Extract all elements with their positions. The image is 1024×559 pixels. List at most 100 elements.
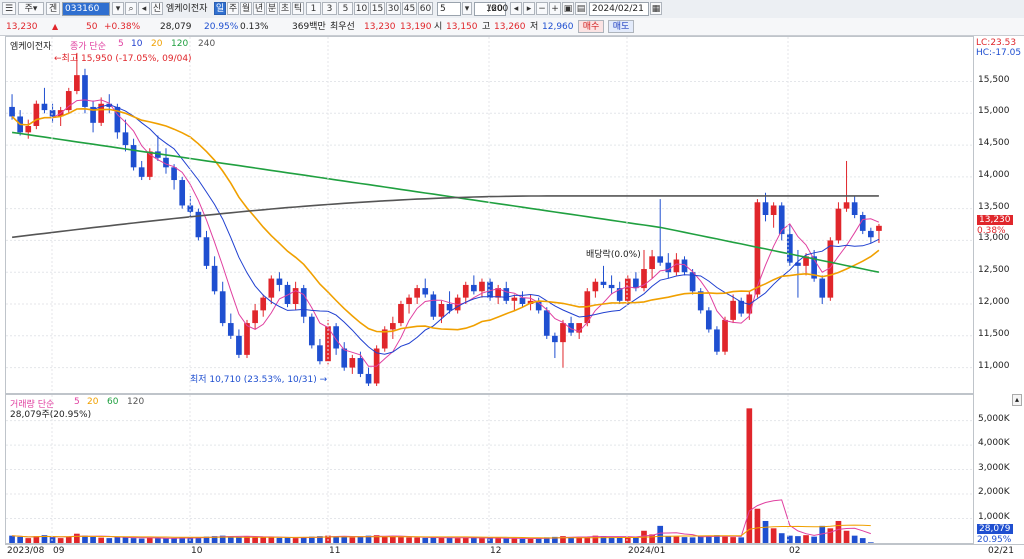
interval-button-1[interactable]: 1 bbox=[306, 2, 321, 15]
volume-value: 28,079 bbox=[160, 22, 192, 32]
volume-bar bbox=[284, 537, 291, 543]
candle-body bbox=[552, 335, 558, 343]
volume-tick-label: 4,000K bbox=[978, 438, 1010, 449]
candle-body bbox=[308, 316, 315, 346]
candle-body bbox=[138, 167, 145, 177]
volume-bar bbox=[795, 536, 801, 543]
volume-tick-label: 3,000K bbox=[978, 462, 1010, 473]
candle-body bbox=[835, 208, 842, 241]
interval-dropdown-icon[interactable]: ▾ bbox=[462, 2, 472, 15]
candle-body bbox=[876, 225, 882, 231]
volume-bar bbox=[827, 528, 834, 543]
volume-bar bbox=[357, 536, 364, 543]
candle-body bbox=[65, 91, 72, 111]
chart-type-dropdown[interactable]: 주▾ bbox=[18, 2, 44, 15]
candle-body bbox=[633, 278, 639, 289]
menu-icon[interactable]: ☰ bbox=[2, 2, 16, 15]
volume-bar bbox=[454, 538, 461, 543]
period-button-1[interactable]: 주 bbox=[227, 2, 239, 15]
period-button-5[interactable]: 초 bbox=[279, 2, 291, 15]
candle-body bbox=[543, 310, 550, 336]
interval-button-15[interactable]: 15 bbox=[370, 2, 385, 15]
candle-body bbox=[211, 265, 218, 292]
candle-body bbox=[714, 329, 720, 352]
volume-bar bbox=[665, 536, 672, 543]
x-axis: 2023/08 09 10 11 12 2024/01 02 02/21 bbox=[5, 544, 1024, 559]
candle-body bbox=[624, 278, 631, 301]
volume-bar bbox=[65, 536, 72, 543]
prev-icon[interactable]: ◂ bbox=[510, 2, 522, 15]
ma-line-5 bbox=[11, 99, 880, 367]
volume-bar bbox=[835, 520, 842, 543]
interval-button-45[interactable]: 45 bbox=[402, 2, 417, 15]
candle-body bbox=[260, 297, 267, 311]
volume-bar bbox=[414, 537, 420, 543]
x-axis-label-4: 12 bbox=[490, 546, 502, 556]
zoom-in-icon[interactable]: + bbox=[549, 2, 561, 15]
period-button-3[interactable]: 년 bbox=[253, 2, 265, 15]
stock-type-icon[interactable]: 신 bbox=[151, 2, 163, 15]
candle-body bbox=[122, 132, 129, 146]
search-icon[interactable]: ⌕ bbox=[125, 2, 137, 15]
date-input[interactable]: 2024/02/21 bbox=[589, 2, 649, 16]
low-price: 12,960 bbox=[542, 22, 574, 32]
scroll-up-icon[interactable]: ▴ bbox=[1012, 394, 1022, 406]
candle-body bbox=[300, 288, 307, 317]
volume-chart-svg bbox=[6, 395, 973, 543]
view-button[interactable]: 겐 bbox=[46, 2, 60, 15]
calendar-icon[interactable]: ▦ bbox=[650, 2, 662, 15]
candle-body bbox=[325, 326, 331, 362]
candle-body bbox=[414, 288, 420, 298]
volume-bar bbox=[90, 536, 96, 543]
volume-bar bbox=[673, 536, 680, 543]
speaker-icon[interactable]: ◂ bbox=[138, 2, 150, 15]
volume-bar bbox=[811, 536, 817, 543]
volume-bar bbox=[803, 535, 809, 543]
candle-body bbox=[705, 310, 712, 330]
volume-bar bbox=[349, 537, 356, 543]
volume-bar bbox=[398, 537, 404, 543]
price-change: 50 bbox=[86, 22, 98, 32]
x-axis-label-5: 2024/01 bbox=[628, 546, 666, 556]
stock-code-input[interactable]: 033160 bbox=[62, 2, 110, 16]
turnover-ratio: 0.13% bbox=[240, 22, 269, 32]
candle-body bbox=[25, 126, 32, 133]
ma-legend-120: 120 bbox=[171, 39, 189, 49]
candle-body bbox=[430, 294, 437, 317]
sell-button[interactable]: 매도 bbox=[608, 20, 634, 33]
price-chart-panel[interactable]: 엠케이전자 종가 단순 5 10 20 120 240 ←최고 15,950 (-17.… bbox=[5, 36, 974, 394]
volume-bar bbox=[276, 537, 283, 543]
volume-tick-label: 1,000K bbox=[978, 511, 1010, 522]
print-icon[interactable]: ▤ bbox=[575, 2, 587, 15]
period-button-6[interactable]: 틱 bbox=[292, 2, 304, 15]
volume-ma-legend-120: 120 bbox=[127, 397, 145, 407]
volume-bar bbox=[770, 528, 777, 543]
interval-input[interactable]: 5 bbox=[437, 2, 461, 16]
period-button-0[interactable]: 일 bbox=[214, 2, 226, 15]
candle-body bbox=[446, 304, 453, 311]
interval-button-10[interactable]: 10 bbox=[354, 2, 369, 15]
next-icon[interactable]: ▸ bbox=[523, 2, 535, 15]
candle-body bbox=[665, 262, 672, 273]
dropdown-arrow-icon[interactable]: ▾ bbox=[112, 2, 124, 15]
volume-chart-panel[interactable]: 거래량 단순 5 20 60 120 28,079주(20.95%) bbox=[5, 394, 974, 544]
interval-button-60[interactable]: 60 bbox=[418, 2, 433, 15]
buy-button[interactable]: 매수 bbox=[578, 20, 604, 33]
zoom-out-icon[interactable]: − bbox=[536, 2, 548, 15]
interval-button-30[interactable]: 30 bbox=[386, 2, 401, 15]
candle-body bbox=[406, 297, 412, 304]
save-icon[interactable]: ▣ bbox=[562, 2, 574, 15]
candle-body bbox=[179, 180, 186, 206]
volume-bar bbox=[114, 536, 121, 543]
candle-body bbox=[560, 323, 566, 343]
volume-bar bbox=[390, 536, 396, 543]
period-button-4[interactable]: 분 bbox=[266, 2, 278, 15]
interval-button-5[interactable]: 5 bbox=[338, 2, 353, 15]
candle-body bbox=[762, 202, 769, 215]
candle-body bbox=[390, 323, 396, 330]
price-tick-label: 13,500 bbox=[978, 201, 1010, 212]
interval-button-3[interactable]: 3 bbox=[322, 2, 337, 15]
volume-bar bbox=[292, 538, 299, 543]
period-button-2[interactable]: 월 bbox=[240, 2, 252, 15]
ma-line-120 bbox=[11, 131, 880, 273]
